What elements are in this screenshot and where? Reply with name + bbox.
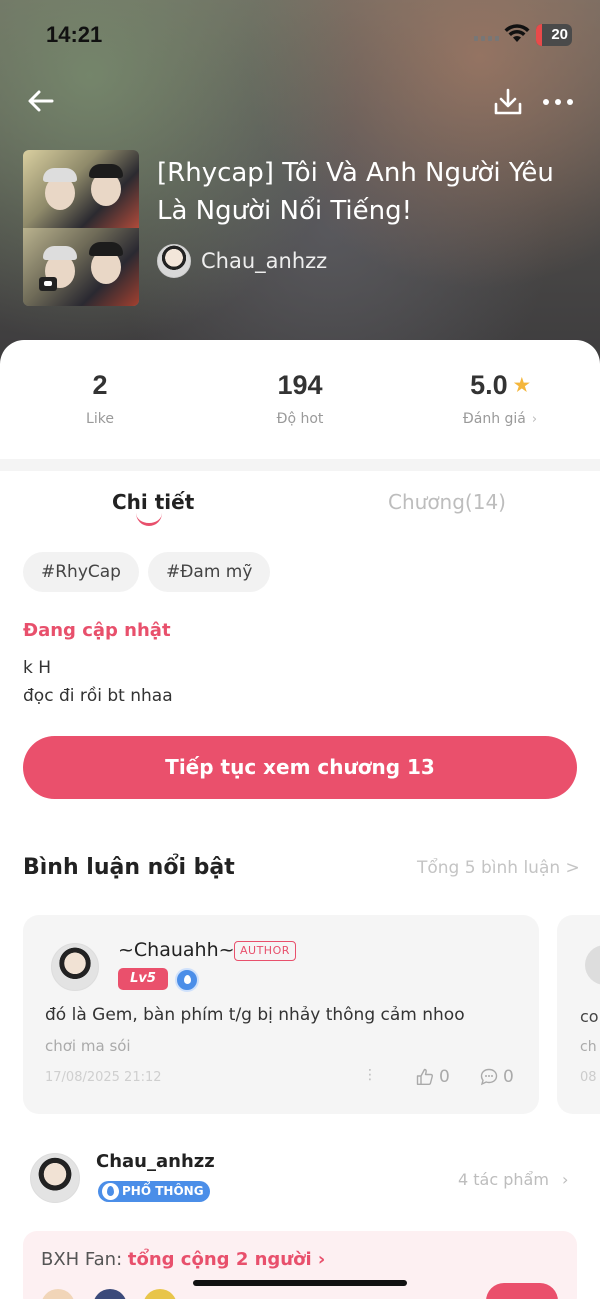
more-icon[interactable] — [540, 90, 576, 114]
avatar[interactable] — [30, 1153, 80, 1203]
tab-chapters[interactable]: Chương(14) — [388, 490, 506, 514]
avatar — [143, 1289, 177, 1299]
comment-text: co — [580, 1007, 599, 1026]
like-button[interactable]: 0 — [415, 1067, 450, 1087]
stat-likes: 2 Like — [0, 370, 200, 427]
arrow-left-icon[interactable] — [24, 84, 58, 118]
droplet-icon — [102, 1183, 119, 1200]
comments-section-title: Bình luận nổi bật — [23, 855, 235, 880]
comment-date: 08 — [580, 1070, 597, 1085]
comment-text: đó là Gem, bàn phím t/g bị nhảy thông cả… — [45, 1005, 465, 1025]
comment-subtext: chơi ma sói — [45, 1037, 131, 1055]
home-indicator — [193, 1280, 407, 1286]
stat-label: Like — [86, 411, 114, 427]
avatar — [41, 1289, 75, 1299]
avatar — [585, 945, 600, 985]
description-line: k H — [23, 658, 52, 678]
download-icon[interactable] — [492, 86, 524, 118]
stat-rating[interactable]: 5.0 ★ Đánh giá › — [400, 370, 600, 427]
author-section-name[interactable]: Chau_anhzz — [96, 1151, 215, 1172]
works-count: 4 tác phẩm — [458, 1170, 549, 1189]
comment-date: 17/08/2025 21:12 — [45, 1070, 162, 1085]
fan-action-button[interactable] — [486, 1283, 558, 1299]
comment-username[interactable]: ~Chauahh~ — [118, 939, 235, 961]
stat-hot: 194 Độ hot — [200, 370, 400, 427]
rating-value-wrap: 5.0 ★ — [400, 370, 600, 401]
droplet-badge-icon — [175, 968, 199, 992]
stats-row: 2 Like 194 Độ hot 5.0 ★ Đánh giá › — [0, 370, 600, 440]
battery-indicator: 20 — [536, 24, 572, 46]
rating-label-wrap: Đánh giá › — [400, 411, 600, 427]
stat-value: 194 — [277, 370, 323, 400]
update-status: Đang cập nhật — [23, 620, 171, 641]
level-badge: Lv5 — [118, 968, 168, 990]
fan-label: BXH Fan: — [41, 1249, 123, 1270]
chat-icon — [39, 277, 57, 291]
stat-label: Độ hot — [276, 411, 324, 427]
stat-value: 5.0 — [470, 370, 508, 400]
story-title: [Rhycap] Tôi Và Anh Người Yêu Là Người N… — [157, 158, 554, 226]
more-vertical-icon[interactable]: ⋮ — [363, 1067, 377, 1083]
reply-button[interactable]: 0 — [479, 1067, 514, 1087]
divider — [0, 459, 600, 471]
like-count: 0 — [439, 1067, 450, 1087]
author-works-link[interactable]: 4 tác phẩm › — [458, 1170, 568, 1189]
author-link[interactable]: Chau_anhzz — [157, 244, 327, 278]
avatar[interactable] — [51, 943, 99, 991]
badge-label: PHỔ THÔNG — [122, 1184, 204, 1198]
story-cover — [23, 150, 139, 306]
wifi-icon — [504, 24, 530, 42]
author-tier-badge: PHỔ THÔNG — [98, 1181, 210, 1202]
tag-chip[interactable]: #Đam mỹ — [148, 552, 271, 592]
fan-count: tổng cộng 2 người › — [127, 1249, 326, 1270]
all-comments-link[interactable]: Tổng 5 bình luận > — [417, 858, 580, 878]
status-time: 14:21 — [46, 22, 103, 47]
chevron-right-icon: › — [531, 412, 538, 427]
detail-sheet — [0, 340, 600, 1299]
comment-card[interactable]: co ch 08 — [557, 915, 600, 1114]
stat-label: Đánh giá — [462, 411, 526, 427]
comment-bubble-icon — [480, 1068, 498, 1086]
signal-icon — [474, 36, 499, 41]
tab-detail[interactable]: Chi tiết — [112, 490, 194, 514]
author-badge: AUTHOR — [234, 941, 296, 961]
reply-count: 0 — [503, 1067, 514, 1087]
avatar — [93, 1289, 127, 1299]
chevron-right-icon: › — [562, 1170, 569, 1189]
fan-ranking-card[interactable]: BXH Fan: tổng cộng 2 người › — [23, 1231, 577, 1299]
continue-reading-button[interactable]: Tiếp tục xem chương 13 — [23, 736, 577, 799]
comment-card[interactable]: ~Chauahh~ AUTHOR Lv5 đó là Gem, bàn phím… — [23, 915, 539, 1114]
description-line: đọc đi rồi bt nhaa — [23, 686, 173, 706]
stat-value: 2 — [92, 370, 108, 400]
tag-chip[interactable]: #RhyCap — [23, 552, 139, 592]
status-bar: 14:21 20 — [0, 0, 600, 70]
author-name: Chau_anhzz — [201, 249, 328, 273]
avatar — [157, 244, 191, 278]
thumbs-up-icon — [416, 1068, 433, 1085]
fan-count-text: tổng cộng 2 người — [127, 1249, 312, 1270]
fan-ranking-text: BXH Fan: tổng cộng 2 người › — [41, 1249, 325, 1270]
star-icon: ★ — [513, 375, 530, 395]
comment-subtext: ch — [580, 1039, 597, 1055]
story-description: k H đọc đi rồi bt nhaa — [23, 654, 173, 710]
